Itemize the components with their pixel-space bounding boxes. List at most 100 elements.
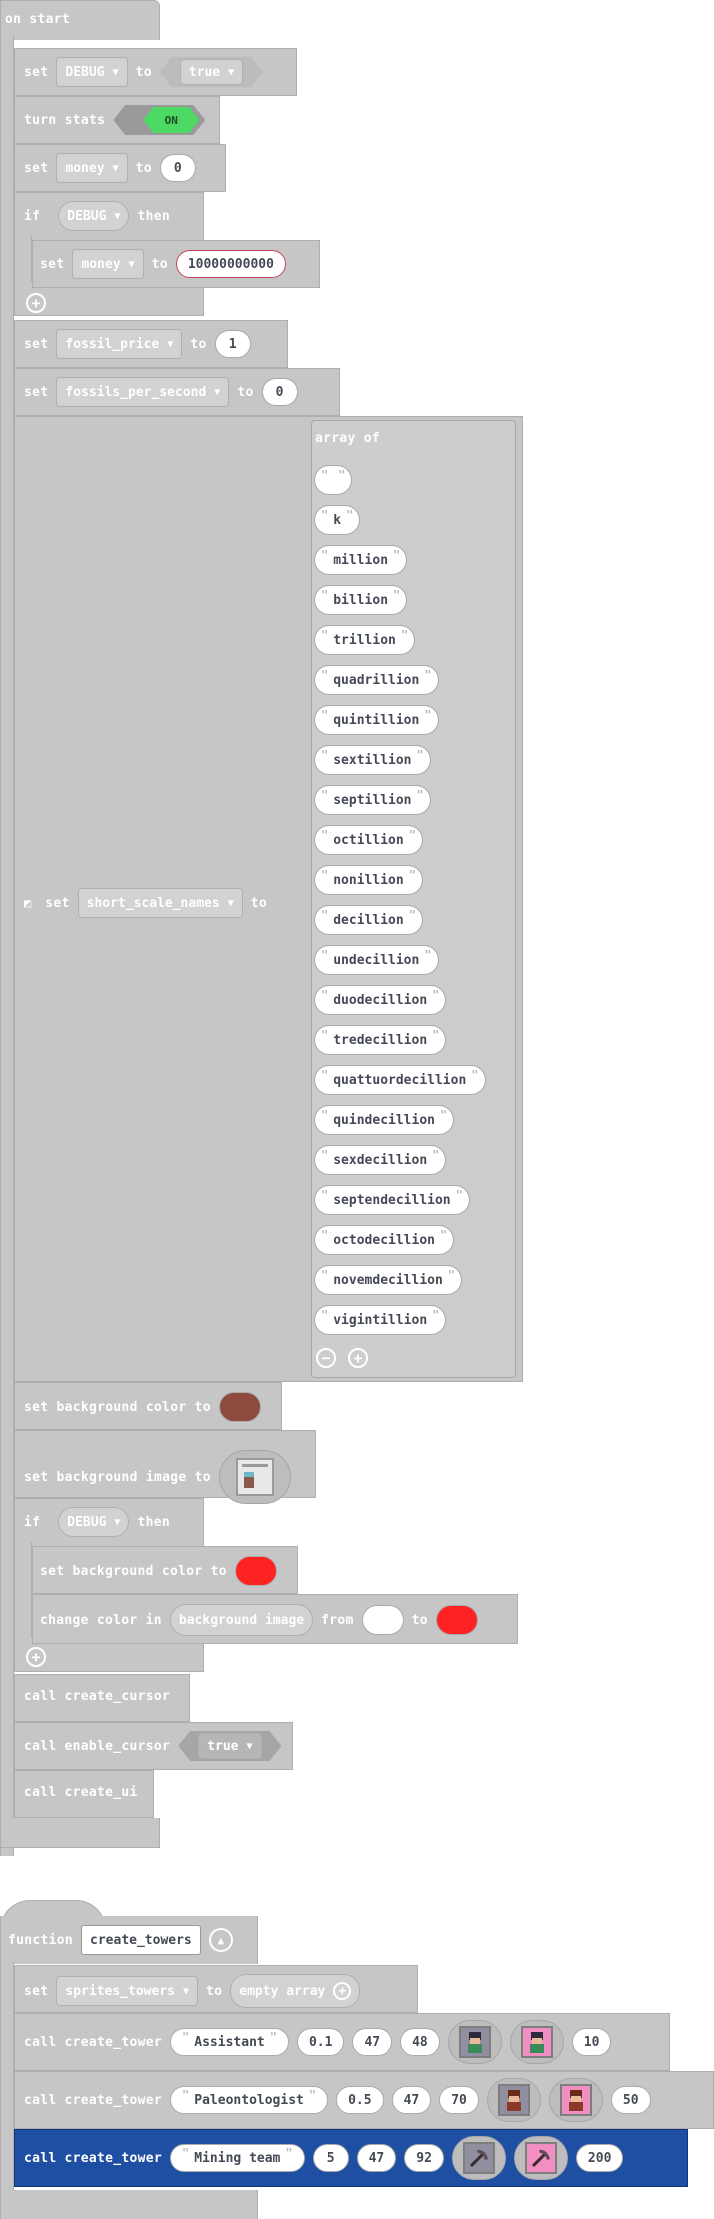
debug-var-dropdown[interactable]: DEBUG ▼: [56, 57, 128, 87]
true-dropdown[interactable]: true ▼: [198, 1733, 261, 1759]
set-keyword: set: [24, 64, 49, 80]
set-bg-image-label: set background image to: [24, 1469, 211, 1485]
create-tower-name: create_tower: [64, 2150, 163, 2166]
tower-arg-b[interactable]: 47: [352, 2028, 393, 2056]
fossil-price-dropdown[interactable]: fossil_price ▼: [56, 329, 183, 359]
array-item-string[interactable]: undecillion: [314, 945, 439, 975]
from-keyword: from: [321, 1612, 354, 1628]
tower-arg-c[interactable]: 92: [404, 2144, 444, 2172]
array-item-string[interactable]: trillion: [314, 625, 416, 655]
from-color-swatch[interactable]: [361, 1605, 404, 1635]
tower-arg-d[interactable]: 50: [610, 2086, 651, 2114]
money-debug-input[interactable]: 10000000000: [175, 250, 286, 278]
array-item-string[interactable]: septendecillion: [314, 1185, 470, 1215]
function-name-input[interactable]: create_towers: [81, 1925, 201, 1955]
to-color-swatch[interactable]: [435, 1605, 478, 1635]
if-keyword: if: [24, 1514, 41, 1530]
array-item-string[interactable]: quadrillion: [314, 665, 439, 695]
array-item-string[interactable]: vigintillion: [314, 1305, 447, 1335]
empty-array-slot[interactable]: empty array +: [230, 1974, 361, 2008]
add-else-icon[interactable]: +: [26, 293, 46, 313]
short-scale-dropdown[interactable]: short_scale_names ▼: [77, 888, 243, 918]
if-keyword: if: [24, 208, 41, 224]
tower-arg-b[interactable]: 47: [356, 2144, 397, 2172]
bg-color-swatch[interactable]: [218, 1392, 261, 1422]
array-item-string[interactable]: novemdecillion: [314, 1265, 463, 1295]
tower-sprite-a[interactable]: [447, 2020, 502, 2064]
set-keyword: set: [24, 1983, 49, 1999]
tower-name-input[interactable]: Mining team: [170, 2144, 305, 2172]
if-debug-body[interactable]: [14, 236, 32, 282]
array-item-string[interactable]: duodecillion: [314, 985, 447, 1015]
array-item-string[interactable]: quindecillion: [314, 1105, 455, 1135]
tower-name-input[interactable]: Assistant: [170, 2028, 289, 2056]
array-item-string[interactable]: quintillion: [314, 705, 439, 735]
array-item-string[interactable]: tredecillion: [314, 1025, 447, 1055]
tower-arg-c[interactable]: 70: [439, 2086, 479, 2114]
array-item-string[interactable]: sextillion: [314, 745, 431, 775]
money-var-dropdown[interactable]: money ▼: [56, 153, 128, 183]
tower-sprite-b[interactable]: [548, 2078, 603, 2122]
money-var-dropdown[interactable]: money ▼: [72, 249, 144, 279]
stats-toggle[interactable]: ON: [113, 105, 205, 135]
tower-arg-d[interactable]: 10: [571, 2028, 612, 2056]
collapse-chevron-icon[interactable]: ▲: [208, 1928, 233, 1952]
fossils-per-second-dropdown[interactable]: fossils_per_second ▼: [56, 377, 230, 407]
array-item-string[interactable]: decillion: [314, 905, 423, 935]
debug-bg-color-swatch[interactable]: [234, 1556, 277, 1586]
on-start-body[interactable]: [0, 34, 14, 1856]
array-item-string[interactable]: sexdecillion: [314, 1145, 447, 1175]
tower-name-input[interactable]: Paleontologist: [170, 2086, 329, 2114]
function-body[interactable]: [0, 1962, 14, 2212]
to-keyword: to: [237, 384, 254, 400]
remove-circle-icon[interactable]: −: [316, 1348, 336, 1368]
boolean-hex[interactable]: true ▼: [178, 1731, 281, 1761]
add-circle-icon[interactable]: +: [333, 1982, 352, 2000]
add-else-icon[interactable]: +: [26, 1647, 46, 1667]
tower-arg-c[interactable]: 48: [400, 2028, 440, 2056]
tower-arg-a[interactable]: 0.1: [296, 2028, 345, 2056]
money-initial-input[interactable]: 0: [159, 154, 196, 182]
function-footer[interactable]: [0, 2190, 258, 2219]
set-keyword: set: [24, 160, 49, 176]
tower-arg-d[interactable]: 200: [575, 2144, 624, 2172]
bg-image-picker[interactable]: [218, 1450, 291, 1504]
sprites-towers-dropdown[interactable]: sprites_towers ▼: [56, 1976, 198, 2006]
fossil-price-input[interactable]: 1: [214, 330, 251, 358]
array-item-string[interactable]: quattuordecillion: [314, 1065, 486, 1095]
tower-sprite-a[interactable]: [451, 2136, 506, 2180]
pickaxe-sprite-icon: [462, 2142, 495, 2174]
set-keyword: set: [45, 895, 70, 911]
array-item-string[interactable]: [314, 465, 353, 495]
array-item-string[interactable]: million: [314, 545, 408, 575]
tower-arg-a[interactable]: 5: [312, 2144, 349, 2172]
boolean-hex[interactable]: true ▼: [160, 57, 263, 87]
on-start-footer[interactable]: [0, 1818, 160, 1848]
array-item-string[interactable]: billion: [314, 585, 408, 615]
tower-sprite-a[interactable]: [486, 2078, 541, 2122]
on-start-label: on start: [5, 12, 71, 27]
expand-triangle-icon[interactable]: ◩: [24, 896, 31, 910]
array-item-string[interactable]: septillion: [314, 785, 431, 815]
person-sprite-icon: [520, 2026, 553, 2058]
add-circle-icon[interactable]: +: [348, 1348, 368, 1368]
array-item-string[interactable]: nonillion: [314, 865, 423, 895]
background-thumb-icon: [235, 1458, 274, 1496]
debug-condition-dropdown[interactable]: DEBUG ▼: [58, 201, 130, 231]
if-debug2-body[interactable]: [14, 1542, 32, 1638]
array-item-string[interactable]: octodecillion: [314, 1225, 455, 1255]
fossils-per-second-input[interactable]: 0: [261, 378, 298, 406]
array-item-string[interactable]: octillion: [314, 825, 423, 855]
debug-condition-dropdown[interactable]: DEBUG ▼: [58, 1507, 130, 1537]
chevron-down-icon: ▼: [112, 162, 119, 174]
tower-arg-b[interactable]: 47: [391, 2086, 432, 2114]
tower-sprite-b[interactable]: [513, 2136, 568, 2180]
array-item-string[interactable]: k: [314, 505, 361, 535]
call-keyword: call: [24, 2034, 57, 2050]
background-image-slot[interactable]: background image: [169, 1604, 314, 1636]
to-keyword: to: [206, 1983, 223, 1999]
chevron-down-icon: ▼: [214, 386, 221, 398]
true-dropdown[interactable]: true ▼: [180, 59, 243, 85]
tower-sprite-b[interactable]: [509, 2020, 564, 2064]
tower-arg-a[interactable]: 0.5: [336, 2086, 384, 2114]
